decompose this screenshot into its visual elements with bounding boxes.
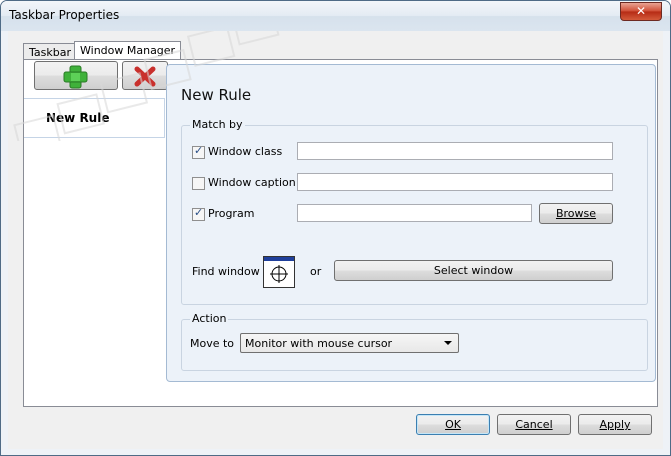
x-icon	[134, 66, 156, 87]
chevron-down-icon	[444, 341, 452, 345]
window-caption-checkbox[interactable]	[192, 177, 205, 190]
apply-button[interactable]: Apply	[578, 414, 652, 435]
add-rule-button[interactable]	[34, 61, 118, 90]
tab-taskbar-label: Taskbar	[29, 46, 71, 59]
or-label: or	[310, 265, 322, 278]
browse-button[interactable]: Browse	[539, 203, 613, 224]
move-to-value: Monitor with mouse cursor	[245, 337, 393, 350]
ok-button[interactable]: OK	[416, 414, 490, 435]
plus-icon	[63, 65, 88, 89]
move-to-select[interactable]: Monitor with mouse cursor	[240, 333, 459, 353]
ok-label: OK	[445, 418, 461, 431]
window-manager-panel: New Rule New Rule Match by ✓ Window clas…	[23, 59, 658, 407]
window-finder-tool[interactable]	[263, 256, 295, 288]
action-group: Action Move to Monitor with mouse cursor	[181, 312, 648, 371]
match-by-label: Match by	[190, 118, 245, 131]
select-window-button[interactable]: Select window	[334, 260, 613, 281]
title-bar[interactable]: Taskbar Properties ✕	[1, 1, 670, 31]
rule-list-pane: New Rule	[24, 60, 168, 404]
taskbar-properties-window: Taskbar Properties ✕ Taskbar Window Mana…	[0, 0, 671, 456]
crosshair-icon	[270, 265, 288, 283]
tab-window-manager-label: Window Manager	[80, 44, 176, 57]
browse-label: Browse	[555, 207, 597, 220]
cancel-button[interactable]: Cancel	[497, 414, 571, 435]
window-class-field[interactable]	[297, 142, 613, 160]
window-title: Taskbar Properties	[9, 8, 120, 22]
action-label: Action	[190, 312, 229, 325]
move-to-label: Move to	[190, 337, 235, 350]
program-field[interactable]	[297, 204, 532, 222]
apply-label: Apply	[599, 418, 631, 431]
rule-name: New Rule	[46, 111, 110, 125]
program-checkbox[interactable]: ✓	[192, 206, 205, 221]
cancel-label: Cancel	[515, 418, 553, 431]
check-icon: ✓	[194, 206, 204, 219]
check-icon: ✓	[194, 144, 204, 157]
window-caption-field[interactable]	[297, 173, 613, 191]
close-icon: ✕	[635, 4, 647, 18]
rule-heading: New Rule	[181, 86, 252, 104]
delete-rule-button[interactable]	[122, 61, 168, 90]
dialog-body: Taskbar Window Manager New Rule New Rule…	[8, 31, 663, 449]
window-caption-label: Window caption	[208, 176, 296, 189]
match-by-group: Match by ✓ Window class Window caption ✓…	[181, 118, 648, 305]
select-window-label: Select window	[433, 264, 514, 277]
program-label: Program	[208, 207, 255, 220]
find-window-label: Find window	[192, 265, 260, 278]
list-item[interactable]: New Rule	[24, 98, 165, 138]
close-button[interactable]: ✕	[620, 2, 662, 21]
rule-editor-pane: New Rule Match by ✓ Window class Window …	[166, 64, 656, 382]
window-class-checkbox[interactable]: ✓	[192, 144, 205, 159]
window-class-label: Window class	[208, 145, 283, 158]
